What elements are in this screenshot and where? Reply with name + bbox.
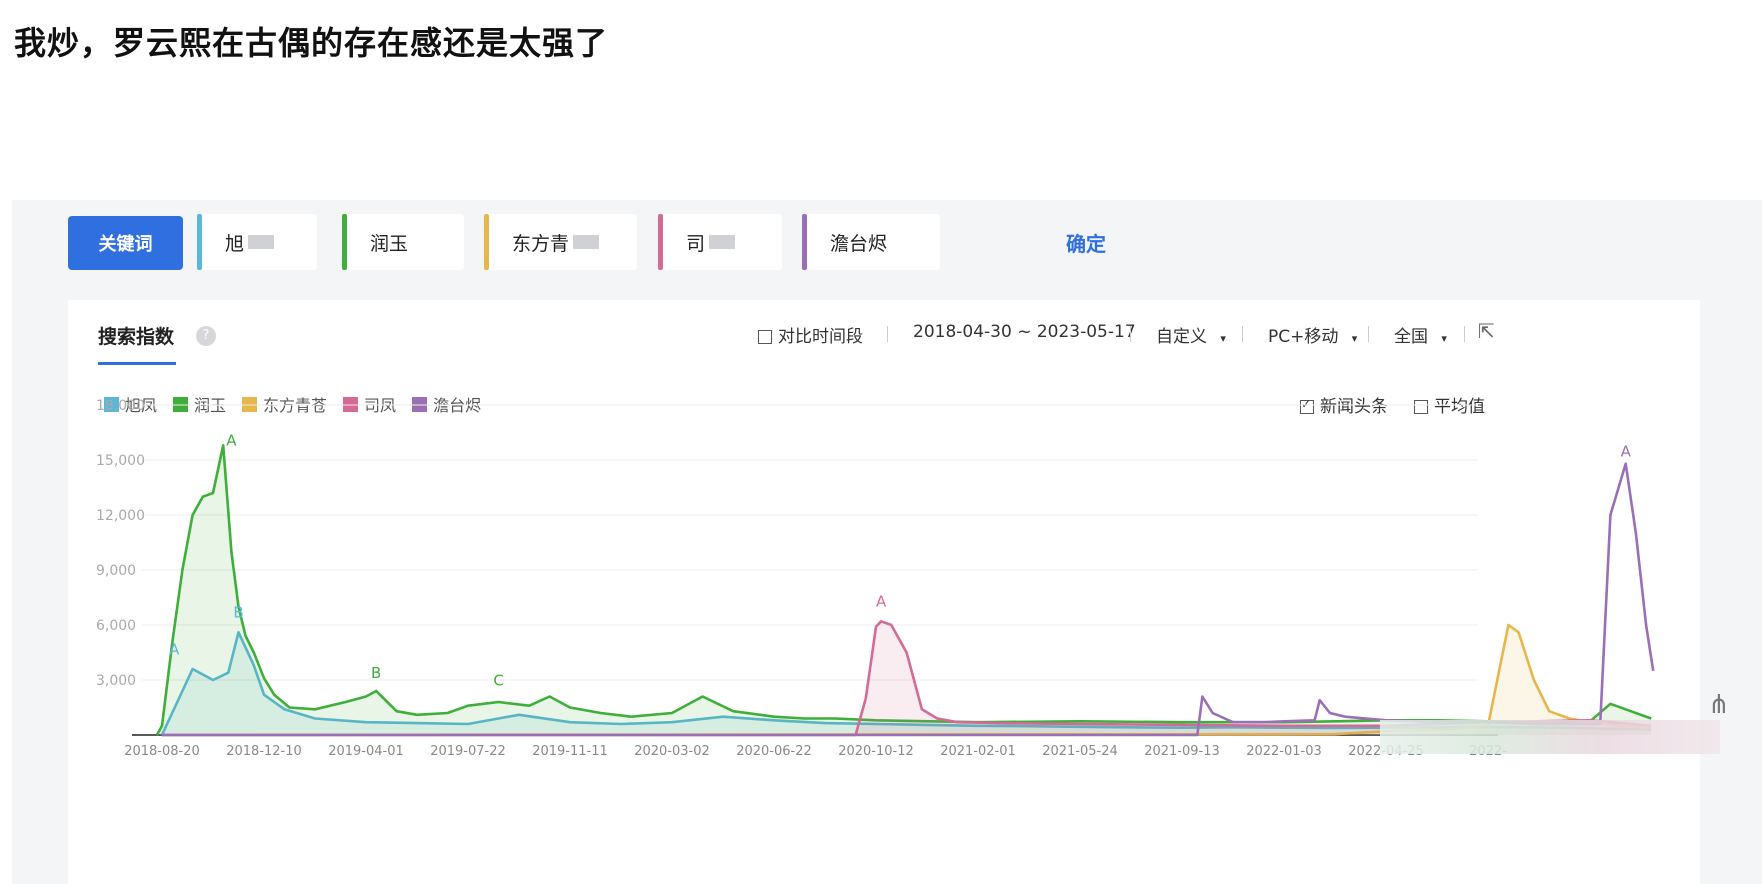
y-tick-label: 15,000: [96, 453, 145, 469]
watermark: [1380, 720, 1720, 754]
chart-card: 搜索指数 ? 对比时间段 2018-04-30 ~ 2023-05-17 自定义…: [68, 300, 1700, 884]
x-tick-label: 2019-07-22: [430, 744, 506, 759]
keyword-text: 澹台烬: [830, 232, 888, 255]
y-tick-label: 18,000: [96, 398, 145, 414]
x-tick-label: 2018-08-20: [124, 744, 200, 759]
x-tick-label: 2022-01-03: [1246, 744, 1322, 759]
keyword-button[interactable]: 关键词: [68, 216, 183, 270]
y-tick-label: 12,000: [96, 508, 145, 524]
y-tick-label: 3,000: [96, 673, 136, 689]
blurred-text: [573, 235, 600, 249]
annotation-label: B: [233, 604, 243, 622]
x-tick-label: 2019-11-11: [532, 744, 608, 759]
keyword-text: 润玉: [370, 232, 409, 255]
keyword-input-3[interactable]: 东方青: [484, 214, 637, 270]
share-icon[interactable]: ⋔: [1708, 690, 1730, 720]
keyword-input-1[interactable]: 旭: [197, 214, 317, 270]
keyword-text: 旭: [225, 232, 245, 255]
post-title: 我炒，罗云熙在古偶的存在感还是太强了: [14, 24, 609, 62]
keyword-color-bar: [197, 214, 202, 270]
keyword-color-bar: [658, 214, 663, 270]
keyword-text: 东方青: [512, 232, 570, 255]
y-tick-label: 9,000: [96, 563, 136, 579]
annotation-label: B: [371, 664, 381, 682]
confirm-button[interactable]: 确定: [1066, 228, 1106, 257]
x-tick-label: 2019-04-01: [328, 744, 404, 759]
annotation-label: A: [1621, 442, 1632, 460]
search-index-panel: 关键词 旭 润玉 东方青 司 澹台烬 确定 搜索指数 ? 对比时间段 2018-…: [12, 200, 1762, 884]
annotation-label: A: [876, 593, 887, 611]
search-index-chart: 3,000 6,000 9,000 12,000 15,000 18,000 2018-08…: [96, 398, 1655, 759]
annotation-label: A: [169, 640, 180, 658]
x-tick-label: 2021-02-01: [940, 744, 1016, 759]
x-tick-label: 2021-05-24: [1042, 744, 1118, 759]
keyword-color-bar: [802, 214, 807, 270]
annotation-label: A: [226, 431, 237, 449]
x-tick-label: 2020-10-12: [838, 744, 914, 759]
blurred-text: [248, 235, 275, 249]
keyword-color-bar: [342, 214, 347, 270]
keyword-color-bar: [484, 214, 489, 270]
x-tick-label: 2021-09-13: [1144, 744, 1220, 759]
keyword-input-5[interactable]: 澹台烬: [802, 214, 940, 270]
x-tick-label: 2020-06-22: [736, 744, 812, 759]
x-tick-label: 2020-03-02: [634, 744, 710, 759]
keyword-text: 司: [686, 232, 706, 255]
annotation-label: C: [493, 672, 503, 690]
y-tick-label: 6,000: [96, 618, 136, 634]
keyword-input-2[interactable]: 润玉: [342, 214, 464, 270]
blurred-text: [709, 235, 736, 249]
x-tick-label: 2018-12-10: [226, 744, 302, 759]
keyword-input-4[interactable]: 司: [658, 214, 782, 270]
